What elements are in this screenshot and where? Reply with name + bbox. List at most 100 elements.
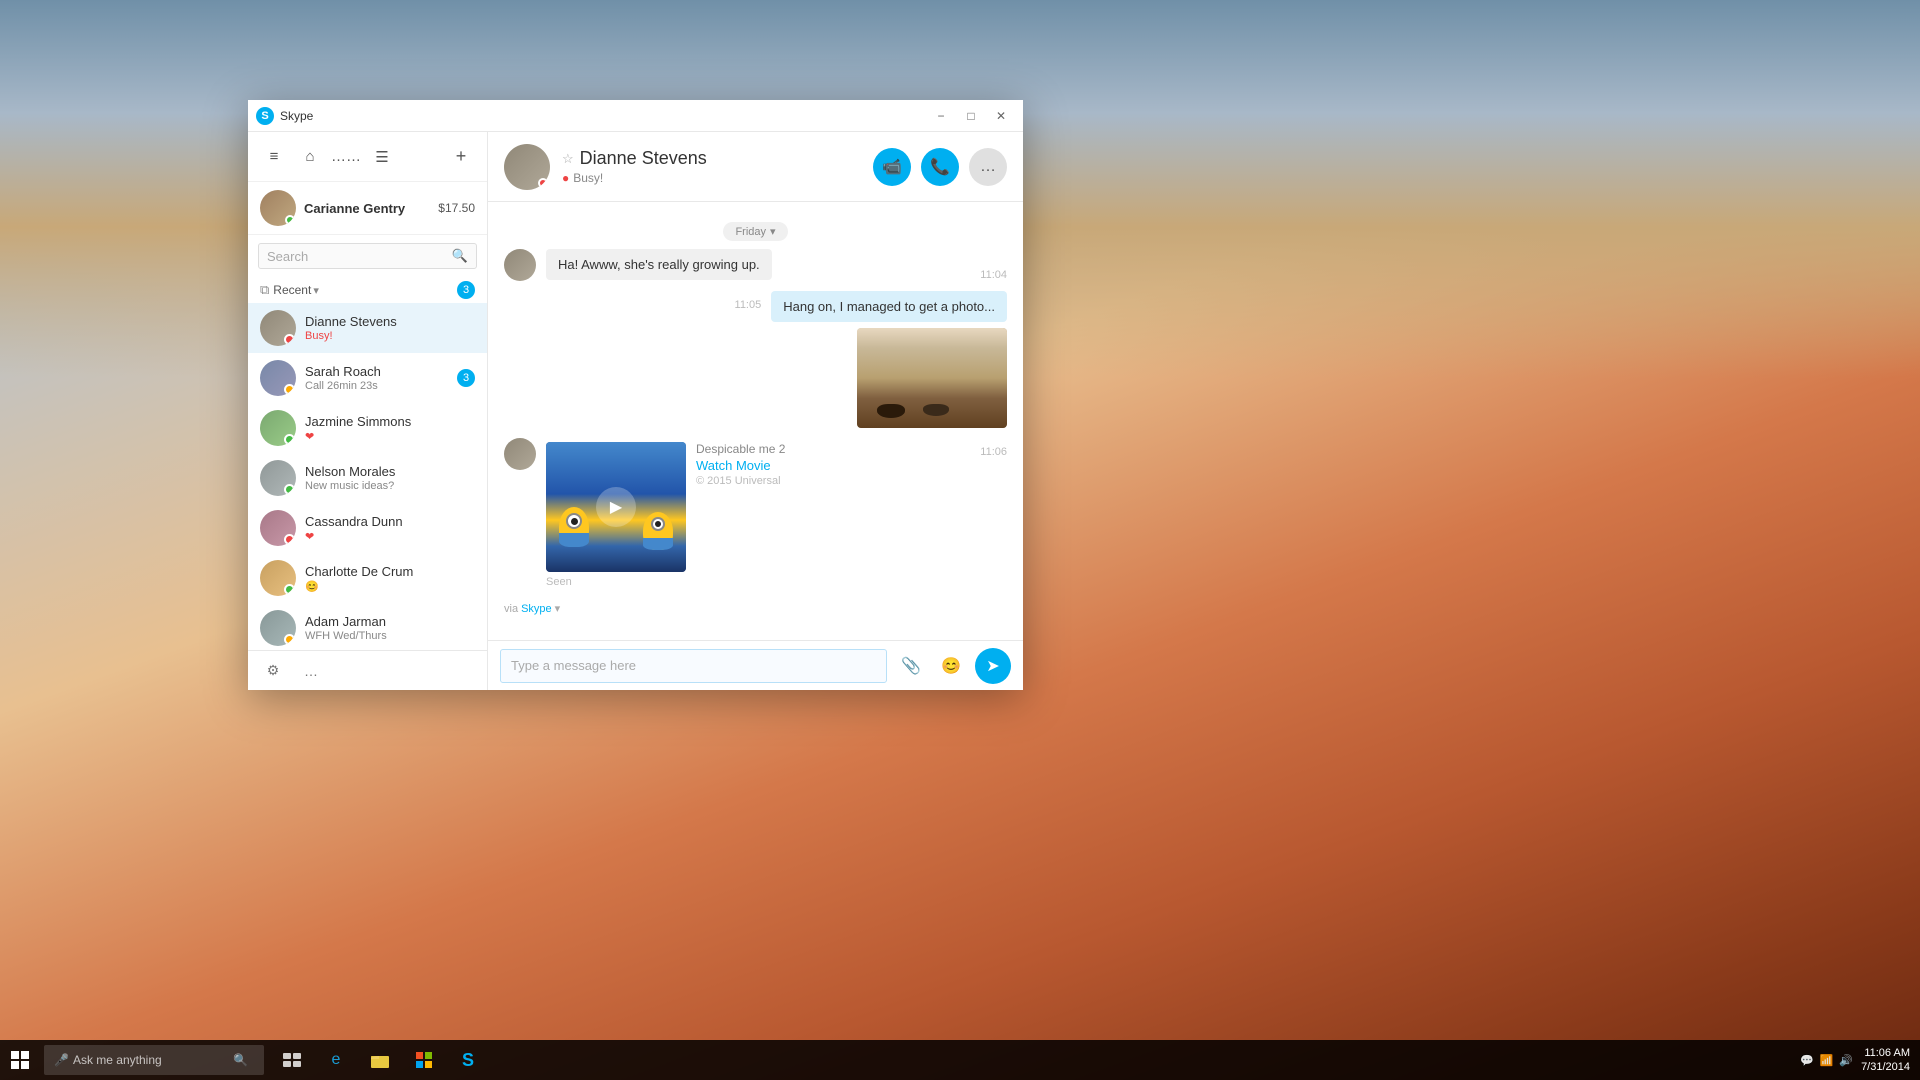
contact-item-cassandra[interactable]: Cassandra Dunn ❤ bbox=[248, 503, 487, 553]
chat-contact-status-text: Busy! bbox=[573, 171, 603, 185]
sidebar-toolbar: ≡ ⌂ …… ☰ + bbox=[248, 132, 487, 182]
date-pill[interactable]: Friday ▾ bbox=[723, 222, 787, 241]
taskbar-clock[interactable]: 11:06 AM 7/31/2014 bbox=[1861, 1046, 1910, 1075]
video-call-button[interactable]: 📹 bbox=[873, 148, 911, 186]
watch-movie-link[interactable]: Watch Movie bbox=[696, 458, 785, 473]
skype-window: S Skype − □ ✕ ≡ ⌂ …… ☰ + Carianne Ge bbox=[248, 100, 1023, 690]
voice-call-button[interactable]: 📞 bbox=[921, 148, 959, 186]
start-button[interactable] bbox=[0, 1040, 40, 1080]
contact-name-cassandra: Cassandra Dunn bbox=[305, 514, 475, 529]
contact-avatar-sarah bbox=[260, 360, 296, 396]
message-input[interactable] bbox=[500, 649, 887, 683]
start-icon bbox=[11, 1051, 29, 1069]
minion-left bbox=[554, 507, 594, 567]
contact-name-adam: Adam Jarman bbox=[305, 614, 475, 629]
contact-item-adam[interactable]: Adam Jarman WFH Wed/Thurs bbox=[248, 603, 487, 650]
taskbar-app-icons: e S bbox=[272, 1040, 488, 1080]
store-icon[interactable] bbox=[404, 1040, 444, 1080]
contact-avatar-cassandra bbox=[260, 510, 296, 546]
taskbar-date-display: 7/31/2014 bbox=[1861, 1060, 1910, 1074]
date-divider: Friday ▾ bbox=[504, 222, 1007, 241]
add-contact-button[interactable]: + bbox=[447, 143, 475, 171]
window-title: Skype bbox=[280, 109, 927, 123]
contacts-grid-button[interactable]: …… bbox=[332, 143, 360, 171]
message-row-1: Ha! Awww, she's really growing up. 11:04 bbox=[504, 249, 1007, 281]
contact-info-sarah: Sarah Roach Call 26min 23s bbox=[305, 364, 457, 392]
media-thumbnail[interactable]: ▶ bbox=[546, 442, 686, 572]
jazmine-status-dot bbox=[284, 434, 295, 445]
task-view-button[interactable] bbox=[272, 1040, 312, 1080]
taskbar-search: 🎤 🔍 bbox=[44, 1045, 264, 1075]
close-button[interactable]: ✕ bbox=[987, 106, 1015, 126]
emoji-button[interactable]: 😊 bbox=[935, 650, 967, 682]
file-explorer-icon[interactable] bbox=[360, 1040, 400, 1080]
chat-contact-status: ● Busy! bbox=[562, 171, 873, 185]
via-dropdown-icon: ▾ bbox=[555, 602, 561, 615]
more-button[interactable]: … bbox=[298, 658, 324, 684]
sidebar: ≡ ⌂ …… ☰ + Carianne Gentry $17.50 🔍 bbox=[248, 132, 488, 690]
play-button[interactable]: ▶ bbox=[596, 487, 636, 527]
title-bar: S Skype − □ ✕ bbox=[248, 100, 1023, 132]
media-card: ▶ Despicable me 2 Watch Movie © 2015 Uni… bbox=[546, 442, 972, 572]
contact-name-nelson: Nelson Morales bbox=[305, 464, 475, 479]
message-bubble-2: Hang on, I managed to get a photo... bbox=[771, 291, 1007, 322]
contact-item-charlotte[interactable]: Charlotte De Crum 😊 bbox=[248, 553, 487, 603]
message-content-3: ▶ Despicable me 2 Watch Movie © 2015 Uni… bbox=[546, 438, 972, 588]
contact-name-dianne: Dianne Stevens bbox=[305, 314, 475, 329]
contact-item-dianne[interactable]: Dianne Stevens Busy! bbox=[248, 303, 487, 353]
media-info: Despicable me 2 Watch Movie © 2015 Unive… bbox=[696, 442, 785, 487]
maximize-button[interactable]: □ bbox=[957, 106, 985, 126]
minion-right bbox=[638, 512, 678, 567]
attach-file-button[interactable]: 📎 bbox=[895, 650, 927, 682]
taskbar-search-icon[interactable]: 🔍 bbox=[233, 1053, 248, 1067]
user-profile-row: Carianne Gentry $17.50 bbox=[248, 182, 487, 235]
taskbar-time-display: 11:06 AM bbox=[1861, 1046, 1910, 1060]
recent-header[interactable]: ⧉ Recent ▾ 3 bbox=[248, 277, 487, 303]
microphone-icon[interactable]: 🎤 bbox=[54, 1053, 69, 1067]
send-button[interactable]: ➤ bbox=[975, 648, 1011, 684]
skype-taskbar-icon[interactable]: S bbox=[448, 1040, 488, 1080]
contact-item-nelson[interactable]: Nelson Morales New music ideas? bbox=[248, 453, 487, 503]
internet-explorer-icon[interactable]: e bbox=[316, 1040, 356, 1080]
search-box: 🔍 bbox=[258, 243, 477, 269]
contact-item-sarah[interactable]: Sarah Roach Call 26min 23s 3 bbox=[248, 353, 487, 403]
contact-item-jazmine[interactable]: Jazmine Simmons ❤ bbox=[248, 403, 487, 453]
photo-feet bbox=[877, 404, 949, 418]
favorite-star-icon[interactable]: ☆ bbox=[562, 151, 574, 167]
chat-actions: 📹 📞 … bbox=[873, 148, 1007, 186]
message-time-1: 11:04 bbox=[980, 269, 1007, 281]
main-layout: ≡ ⌂ …… ☰ + Carianne Gentry $17.50 🔍 bbox=[248, 132, 1023, 690]
settings-button[interactable]: ⚙ bbox=[260, 658, 286, 684]
date-dropdown-icon: ▾ bbox=[770, 225, 776, 238]
contacts-list-button[interactable]: ☰ bbox=[368, 143, 396, 171]
messages-area: Friday ▾ Ha! Awww, she's really growing … bbox=[488, 202, 1023, 640]
network-icon[interactable]: 📶 bbox=[1820, 1054, 1834, 1067]
more-options-button[interactable]: … bbox=[969, 148, 1007, 186]
hamburger-menu-button[interactable]: ≡ bbox=[260, 143, 288, 171]
cassandra-status-dot bbox=[284, 534, 295, 545]
chat-contact-status-dot bbox=[538, 178, 548, 188]
chat-busy-dot: ● bbox=[562, 171, 569, 185]
contact-name-jazmine: Jazmine Simmons bbox=[305, 414, 475, 429]
home-button[interactable]: ⌂ bbox=[296, 143, 324, 171]
volume-icon[interactable]: 🔊 bbox=[1839, 1054, 1853, 1067]
sarah-badge: 3 bbox=[457, 369, 475, 387]
via-skype-row: via Skype ▾ bbox=[504, 598, 1007, 617]
search-input[interactable] bbox=[267, 249, 452, 264]
system-tray-icons: 💬 📶 🔊 bbox=[1800, 1054, 1853, 1067]
media-title: Despicable me 2 bbox=[696, 442, 785, 456]
contact-avatar-charlotte bbox=[260, 560, 296, 596]
chat-header: ☆ Dianne Stevens ● Busy! 📹 📞 … bbox=[488, 132, 1023, 202]
dianne-status-dot bbox=[284, 334, 295, 345]
chat-contact-name: Dianne Stevens bbox=[580, 148, 707, 169]
sidebar-bottom-bar: ⚙ … bbox=[248, 650, 487, 690]
recent-label: Recent bbox=[273, 283, 311, 297]
via-skype-link[interactable]: Skype bbox=[521, 603, 552, 615]
window-controls: − □ ✕ bbox=[927, 106, 1015, 126]
notifications-icon[interactable]: 💬 bbox=[1800, 1054, 1814, 1067]
user-status-indicator bbox=[285, 215, 295, 225]
date-label: Friday bbox=[735, 226, 766, 238]
minimize-button[interactable]: − bbox=[927, 106, 955, 126]
contact-info-jazmine: Jazmine Simmons ❤ bbox=[305, 414, 475, 443]
taskbar-search-input[interactable] bbox=[73, 1053, 233, 1067]
